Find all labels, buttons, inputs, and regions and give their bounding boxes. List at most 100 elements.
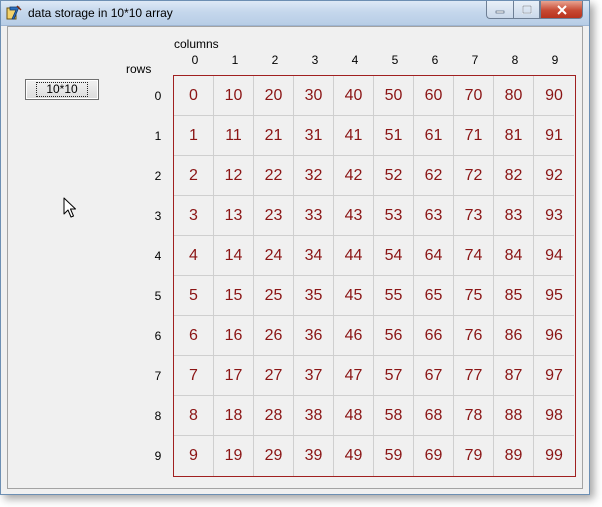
grid-cell: 81 [494,116,534,156]
row-index: 5 [154,289,162,303]
grid-cell: 58 [374,396,414,436]
column-index: 8 [511,53,519,67]
grid-cell: 64 [414,236,454,276]
grid-cell: 68 [414,396,454,436]
grid-cell: 32 [294,156,334,196]
grid-cell: 39 [294,436,334,476]
fill-array-button[interactable]: 10*10 [25,79,99,100]
row-index: 9 [154,449,162,463]
grid-cell: 74 [454,236,494,276]
grid-cell: 78 [454,396,494,436]
minimize-button[interactable] [486,1,513,19]
grid-cell: 9 [174,436,214,476]
grid-cell: 93 [534,196,574,236]
grid-cell: 44 [334,236,374,276]
grid-cell: 38 [294,396,334,436]
column-index: 9 [551,53,559,67]
grid-cell: 98 [534,396,574,436]
grid-cell: 14 [214,236,254,276]
grid-cell: 10 [214,76,254,116]
vb-app-icon[interactable] [6,5,22,21]
grid-cell: 83 [494,196,534,236]
grid-cell: 26 [254,316,294,356]
grid-cell: 52 [374,156,414,196]
grid-cell: 18 [214,396,254,436]
column-index: 4 [351,53,359,67]
grid-cell: 67 [414,356,454,396]
grid-cell: 85 [494,276,534,316]
window-controls [486,1,583,20]
grid-cell: 91 [534,116,574,156]
grid-cell: 24 [254,236,294,276]
grid-cell: 20 [254,76,294,116]
grid-cell: 76 [454,316,494,356]
grid-cell: 36 [294,316,334,356]
grid-cell: 27 [254,356,294,396]
grid-cell: 82 [494,156,534,196]
grid-cell: 99 [545,447,563,464]
row-index: 8 [154,409,162,423]
grid-cell: 70 [454,76,494,116]
grid-cell: 37 [294,356,334,396]
grid-cell: 19 [214,436,254,476]
grid-cell: 29 [254,436,294,476]
grid-cell: 50 [374,76,414,116]
row-index: 2 [154,169,162,183]
grid-cell: 97 [534,356,574,396]
grid-cell: 75 [454,276,494,316]
grid-cell: 69 [414,436,454,476]
grid-cell: 43 [334,196,374,236]
grid-cell: 33 [294,196,334,236]
app-window: data storage in 10*10 array 10*10 column… [0,0,590,495]
grid-cell: 61 [414,116,454,156]
minimize-icon [495,10,505,13]
grid-cell: 53 [374,196,414,236]
grid-cell: 55 [374,276,414,316]
grid-cell: 49 [334,436,374,476]
rows-label: rows [126,62,152,76]
column-index: 2 [271,53,279,67]
grid-cell: 56 [374,316,414,356]
grid-cell: 42 [334,156,374,196]
row-index: 0 [154,89,162,103]
grid-cell: 90 [534,76,574,116]
grid-cell: 95 [534,276,574,316]
grid-cell: 72 [454,156,494,196]
fill-array-button-label: 10*10 [36,82,88,97]
row-index: 7 [154,369,162,383]
title-bar[interactable]: data storage in 10*10 array [1,1,589,26]
column-index: 3 [311,53,319,67]
grid-cell: 16 [214,316,254,356]
grid-cell: 41 [334,116,374,156]
grid-cell: 6 [174,316,214,356]
grid-cell: 84 [494,236,534,276]
grid-cell: 60 [414,76,454,116]
grid-cell: 59 [374,436,414,476]
grid-cell: 89 [494,436,534,476]
close-icon [556,4,567,15]
close-button[interactable] [540,1,583,19]
grid-cell: 17 [214,356,254,396]
grid-cell: 7 [174,356,214,396]
grid-cell: 66 [414,316,454,356]
maximize-button[interactable] [513,1,540,19]
grid-cell: 28 [254,396,294,436]
grid-cell: 30 [294,76,334,116]
grid-cell: 47 [334,356,374,396]
mouse-pointer-icon [63,197,76,218]
window-title: data storage in 10*10 array [28,6,173,20]
array-grid: 0 10 20 30 40 50 60 70 80 90 1 11 21 31 41 51 61 71 81 91 2 1… [173,75,576,477]
grid-cell: 57 [374,356,414,396]
grid-cell: 40 [334,76,374,116]
grid-cell: 45 [334,276,374,316]
grid-cell: 63 [414,196,454,236]
grid-cell: 15 [214,276,254,316]
grid-cell: 86 [494,316,534,356]
grid-cell: 12 [214,156,254,196]
grid-cell: 35 [294,276,334,316]
grid-cell: 46 [334,316,374,356]
maximize-icon [521,4,532,14]
grid-cell: 54 [374,236,414,276]
grid-cell: 51 [374,116,414,156]
column-index: 6 [431,53,439,67]
